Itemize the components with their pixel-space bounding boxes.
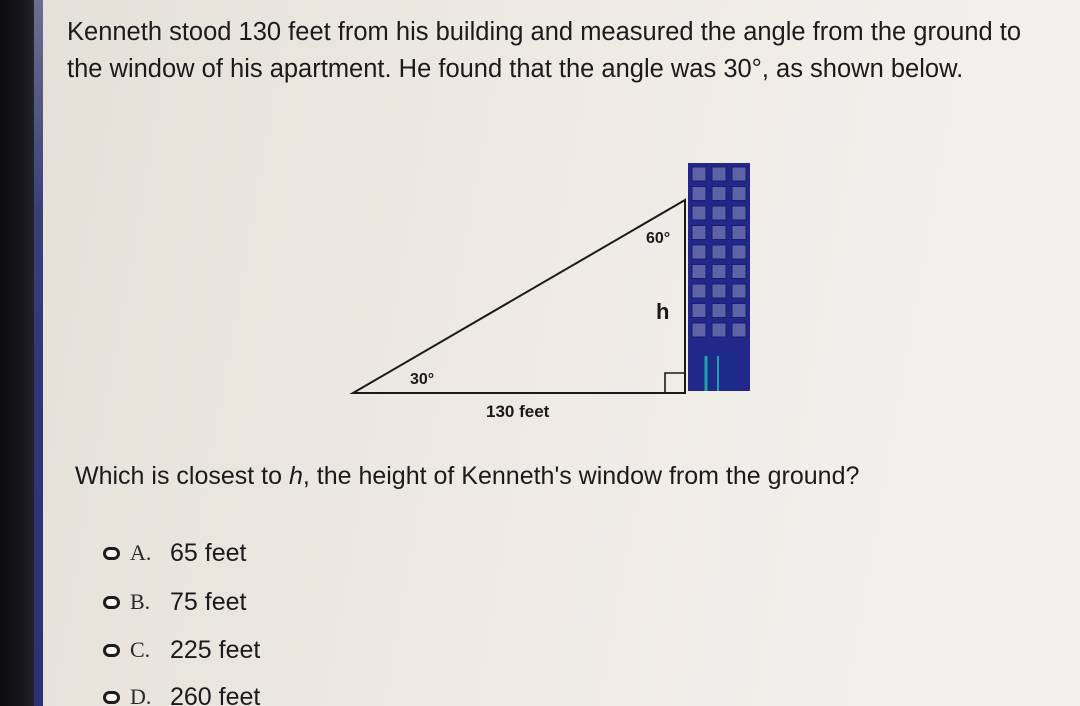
angle-bottom-label: 30° bbox=[410, 371, 434, 388]
page-side-bar bbox=[34, 0, 43, 706]
building-window bbox=[711, 244, 727, 260]
height-label: h bbox=[656, 299, 669, 324]
building-window bbox=[691, 244, 707, 260]
choice-b-letter: B. bbox=[130, 589, 151, 614]
prompt-before: Which is closest to bbox=[75, 462, 289, 490]
choice-d[interactable]: D. 260 feet bbox=[103, 681, 260, 706]
choice-d-letter: D. bbox=[130, 684, 152, 706]
building bbox=[688, 163, 750, 391]
building-window bbox=[691, 166, 707, 182]
building-window bbox=[731, 186, 747, 201]
right-angle-marker bbox=[664, 372, 685, 393]
building-window bbox=[711, 283, 727, 299]
prompt-after: , the height of Kenneth's window from th… bbox=[302, 462, 860, 490]
quiz-screen: Kenneth stood 130 feet from his building… bbox=[0, 0, 1080, 706]
radio-button-b[interactable] bbox=[103, 595, 120, 609]
prompt-variable: h bbox=[288, 462, 303, 490]
building-window bbox=[691, 322, 707, 338]
choice-a-text: 65 feet bbox=[170, 538, 247, 567]
building-window bbox=[711, 166, 727, 182]
question-text: Kenneth stood 130 feet from his building… bbox=[67, 18, 1022, 83]
building-window bbox=[731, 264, 747, 279]
building-window bbox=[691, 225, 707, 240]
building-window bbox=[731, 166, 747, 182]
building-window bbox=[731, 303, 747, 318]
choice-c-text: 225 feet bbox=[170, 635, 261, 664]
building-window bbox=[691, 303, 707, 318]
monitor-bezel bbox=[0, 0, 34, 706]
building-window bbox=[731, 225, 747, 240]
building-window bbox=[711, 205, 727, 221]
radio-button-a[interactable] bbox=[103, 546, 120, 560]
building-window bbox=[711, 303, 727, 318]
building-window bbox=[691, 205, 707, 221]
question-prompt: Which is closest to h, the height of Ken… bbox=[75, 462, 859, 491]
diagram-svg: 30° 60° h 130 feet bbox=[349, 163, 750, 421]
radio-button-c[interactable] bbox=[103, 643, 120, 657]
building-window bbox=[731, 283, 747, 299]
building-window bbox=[691, 264, 707, 279]
base-label: 130 feet bbox=[486, 402, 550, 421]
building-window bbox=[731, 322, 747, 338]
building-window bbox=[711, 264, 727, 279]
triangle-diagram: 30° 60° h 130 feet bbox=[340, 155, 770, 430]
radio-button-d[interactable] bbox=[103, 690, 120, 704]
choice-c[interactable]: C. 225 feet bbox=[103, 634, 260, 666]
building-window bbox=[691, 186, 707, 201]
building-window bbox=[691, 283, 707, 299]
building-window bbox=[731, 244, 747, 260]
choice-d-text: 260 feet bbox=[170, 682, 261, 706]
choice-a[interactable]: A. 65 feet bbox=[103, 537, 246, 569]
right-triangle bbox=[349, 198, 686, 394]
building-window bbox=[731, 205, 747, 221]
building-window bbox=[711, 186, 727, 201]
choice-b[interactable]: B. 75 feet bbox=[103, 586, 246, 618]
choice-a-letter: A. bbox=[130, 540, 152, 565]
building-windows bbox=[691, 166, 747, 338]
building-window bbox=[711, 322, 727, 338]
building-window bbox=[711, 225, 727, 240]
angle-top-label: 60° bbox=[646, 230, 670, 247]
choice-b-text: 75 feet bbox=[170, 587, 247, 616]
choice-c-letter: C. bbox=[130, 637, 151, 662]
